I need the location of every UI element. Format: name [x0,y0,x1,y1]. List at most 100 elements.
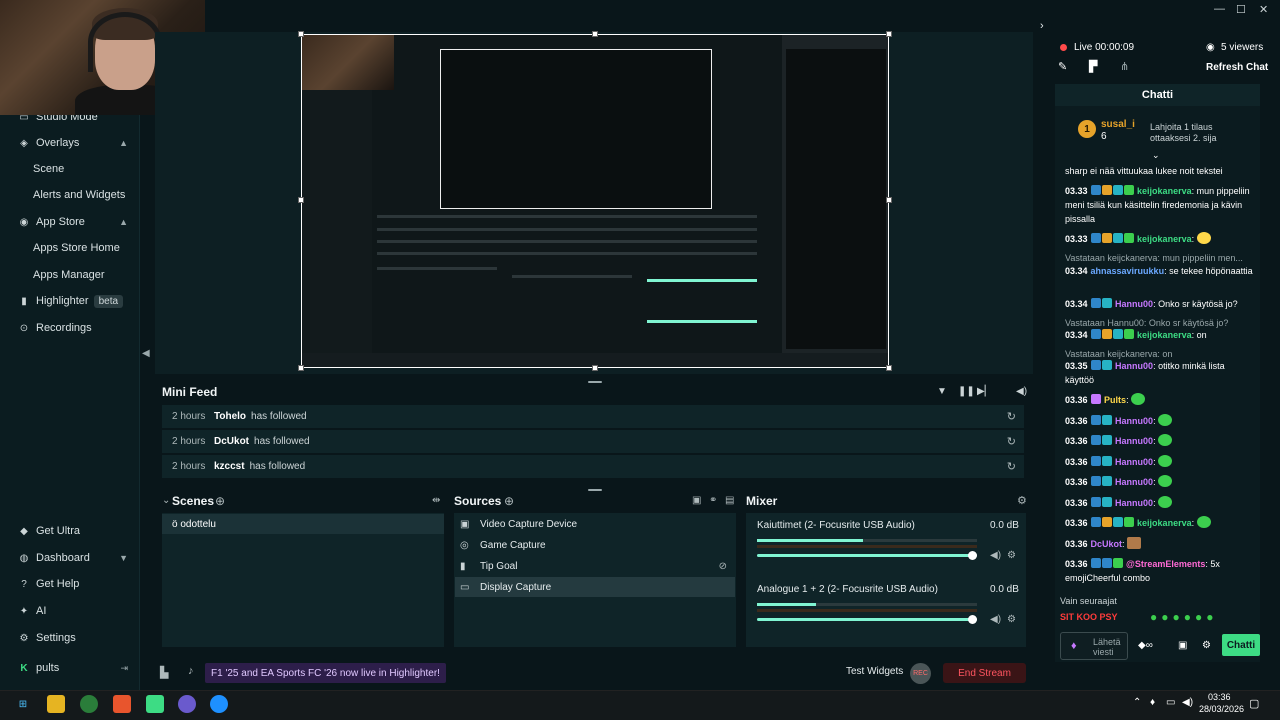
notification-bell-icon[interactable]: ♪ [188,665,194,677]
clock-time[interactable]: 03:36 [1208,692,1231,702]
overlays-icon: ◈ [20,137,28,149]
sidebar-item-get-help[interactable]: ? Get Help [0,573,140,595]
close-button[interactable]: ✕ [1259,3,1268,16]
minimize-button[interactable]: — [1214,3,1225,15]
sidebar-item-scene[interactable]: Scene [0,158,140,180]
sidebar-item-get-ultra[interactable]: ◆ Get Ultra [0,520,140,542]
chat-message: 03.36 Hannu00: [1065,455,1255,469]
transition-icon[interactable]: ⇹ [432,495,440,506]
replay-alert-icon[interactable]: ↻ [1007,435,1016,448]
resize-handle[interactable] [592,365,598,371]
resize-handle[interactable] [298,31,304,37]
mic-tray-icon[interactable]: ♦ [1150,697,1155,708]
sidebar-item-app-store[interactable]: ◉ App Store ▲ [0,211,140,233]
chat-send-button[interactable]: Chatti [1222,634,1260,656]
replay-alert-icon[interactable]: ↻ [1007,460,1016,473]
windows-start-icon[interactable]: ⊞ [14,695,32,713]
skip-icon[interactable]: ▶▏ [977,386,992,397]
hidden-eye-icon[interactable]: ⊘ [719,561,727,572]
chat-settings-icon[interactable]: ⚙ [1202,640,1211,651]
volume-icon[interactable]: ◀) [1016,386,1027,397]
maximize-button[interactable]: ☐ [1236,3,1246,16]
file-explorer-icon[interactable] [47,695,65,713]
panel-resize-handle[interactable] [588,381,602,383]
folder-icon[interactable]: ▤ [725,495,734,506]
add-scene-icon[interactable]: ⊕ [215,494,225,508]
mixer-title: Mixer [746,494,778,508]
audio-meter-peak [757,545,977,548]
source-item[interactable]: ▣ Video Capture Device [455,514,735,534]
tray-chevron-icon[interactable]: ⌃ [1133,697,1141,708]
sidebar-item-overlays[interactable]: ◈ Overlays ▲ [0,132,140,154]
brave-icon[interactable] [113,695,131,713]
speaker-icon[interactable]: ◀) [990,614,1001,625]
volume-slider[interactable] [757,618,977,621]
resize-handle[interactable] [592,31,598,37]
performance-icon[interactable]: ▙ [160,666,168,679]
pause-icon[interactable]: ❚❚ [958,386,975,397]
channel-settings-icon[interactable]: ⚙ [1007,550,1016,561]
feed-row: 2 hours DcUkot has followed ↻ [162,430,1024,453]
source-item-selected[interactable]: ▭ Display Capture [455,577,735,597]
chevron-down-icon[interactable]: ⌄ [162,495,170,506]
sidebar-item-alerts-widgets[interactable]: Alerts and Widgets [0,184,140,206]
sidebar-item-highlighter[interactable]: ▮ Highlighter beta [0,290,140,312]
channel-settings-icon[interactable]: ⚙ [1007,614,1016,625]
logout-icon[interactable]: ⇥ [120,663,128,674]
group-icon[interactable]: ⚭ [709,495,717,506]
sidebar-item-settings[interactable]: ⚙ Settings [0,627,140,649]
selective-recording-icon[interactable]: ▣ [692,495,701,506]
resize-handle[interactable] [298,197,304,203]
clock-date[interactable]: 28/03/2026 [1199,704,1244,714]
resize-handle[interactable] [298,365,304,371]
resize-handle[interactable] [886,31,892,37]
layout-icon[interactable]: ▛ [1089,60,1097,73]
refresh-chat-button[interactable]: Refresh Chat [1206,62,1268,73]
filter-icon[interactable]: ▼ [937,386,947,397]
mixer-settings-icon[interactable]: ⚙ [1017,494,1027,507]
chrome-icon[interactable] [80,695,98,713]
speaker-icon[interactable]: ◀) [990,550,1001,561]
edge-icon[interactable] [210,695,228,713]
minifeed-title: Mini Feed [162,385,218,399]
volume-slider-knob[interactable] [968,615,977,624]
add-source-icon[interactable]: ⊕ [504,494,514,508]
display-capture-canvas[interactable] [301,34,889,368]
sidebar-item-apps-manager[interactable]: Apps Manager [0,264,140,286]
volume-slider[interactable] [757,554,977,557]
volume-slider-knob[interactable] [968,551,977,560]
camera-icon: ▣ [460,518,470,530]
nested-preview [440,49,712,209]
emote-icon [1158,496,1173,508]
source-item[interactable]: ▮ Tip Goal ⊘ [455,556,735,576]
chat-input[interactable]: ♦ Lähetä viesti [1060,632,1128,660]
network-icon[interactable]: ▭ [1166,697,1175,708]
edit-pencil-icon[interactable]: ✎ [1058,60,1067,73]
record-button[interactable]: REC [910,663,931,684]
sidebar-item-recordings[interactable]: ⊙ Recordings [0,317,140,339]
sidebar-item-account[interactable]: Kpults ⇥ [0,657,140,679]
sidebar-item-dashboard[interactable]: ◍ Dashboard ▼ [0,547,140,569]
share-icon[interactable]: ⋔ [1120,60,1129,73]
resize-handle[interactable] [886,197,892,203]
collapse-sidebar-icon[interactable]: ◀ [142,348,150,359]
resize-handle[interactable] [886,365,892,371]
source-item[interactable]: ◎ Game Capture [455,535,735,555]
volume-tray-icon[interactable]: ◀) [1182,697,1193,708]
expand-chevron-icon[interactable]: › [1040,20,1044,32]
end-stream-button[interactable]: End Stream [943,663,1026,683]
sidebar-item-ai[interactable]: ✦ AI [0,600,140,622]
chevron-up-icon: ▲ [119,138,128,148]
test-widgets-button[interactable]: Test Widgets [846,666,903,677]
gift-icon[interactable]: ▣ [1178,640,1187,651]
emote-bar-text: SIT KOO PSY [1060,612,1118,622]
streamlabs-icon[interactable] [146,695,164,713]
notifications-icon[interactable]: ▢ [1249,697,1259,710]
sidebar-item-apps-store-home[interactable]: Apps Store Home [0,237,140,259]
scene-item[interactable]: ö odottelu [162,514,444,534]
replay-alert-icon[interactable]: ↻ [1007,410,1016,423]
discord-icon[interactable] [178,695,196,713]
notification-banner[interactable]: F1 '25 and EA Sports FC '26 now live in … [205,663,446,683]
panel-resize-handle[interactable] [588,489,602,491]
emote-picker-icon[interactable]: ◆∞ [1138,640,1153,651]
